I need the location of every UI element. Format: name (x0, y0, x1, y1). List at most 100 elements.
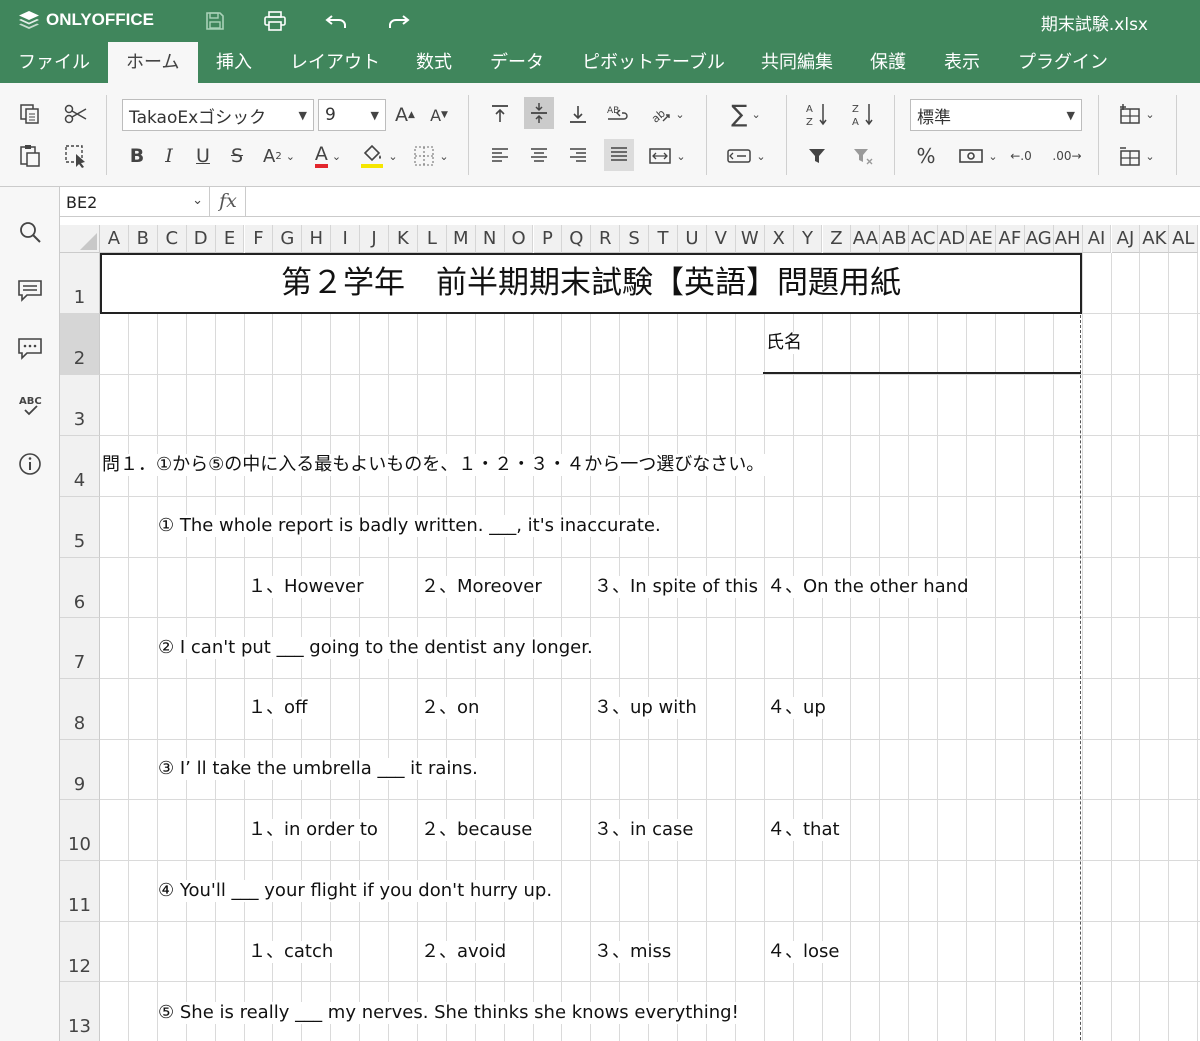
tab-file[interactable]: ファイル (0, 42, 108, 83)
merge-cells-button[interactable]: ⌄ (644, 141, 690, 171)
column-header[interactable]: A (100, 225, 129, 253)
orientation-button[interactable]: ab ⌄ (644, 99, 690, 129)
column-header[interactable]: AJ (1111, 225, 1141, 253)
q4-option-1[interactable]: １、catch (248, 941, 337, 963)
tab-plugins[interactable]: プラグイン (1000, 42, 1126, 83)
column-header[interactable]: AL (1169, 225, 1199, 253)
cut-button[interactable] (60, 99, 92, 129)
q3-option-4[interactable]: ４、that (767, 819, 843, 841)
column-header[interactable]: L (417, 225, 447, 253)
column-header[interactable]: AD (938, 225, 967, 253)
row-header[interactable]: 7 (60, 618, 100, 679)
column-header[interactable]: K (389, 225, 418, 253)
print-button[interactable] (260, 8, 290, 34)
column-header[interactable]: E (215, 225, 245, 253)
question-header[interactable]: 問１．①から⑤の中に入る最もよいものを、１・２・３・４から一つ選びなさい。 (102, 454, 768, 476)
align-right-button[interactable] (564, 141, 592, 171)
undo-button[interactable] (322, 8, 352, 34)
row-header[interactable]: 9 (60, 740, 100, 800)
justify-button[interactable] (604, 139, 634, 171)
underline-button[interactable]: U (190, 141, 216, 171)
question-4[interactable]: ④ You'll ___ your flight if you don't hu… (158, 880, 556, 902)
column-header[interactable]: Z (822, 225, 852, 253)
bold-button[interactable]: B (124, 141, 150, 171)
autosum-button[interactable]: ∑ ⌄ (722, 99, 770, 129)
chat-button[interactable] (15, 333, 45, 363)
column-header[interactable]: M (446, 225, 476, 253)
comments-button[interactable] (15, 275, 45, 305)
align-center-button[interactable] (524, 141, 554, 171)
row-header[interactable]: 12 (60, 922, 100, 982)
name-box[interactable]: BE2 ⌄ (60, 187, 210, 217)
align-bottom-button[interactable] (564, 99, 592, 129)
column-header[interactable]: J (360, 225, 389, 253)
column-header[interactable]: P (533, 225, 563, 253)
q1-option-1[interactable]: １、However (248, 576, 367, 598)
filter-button[interactable] (802, 141, 832, 171)
spellcheck-button[interactable]: ABC (15, 391, 45, 421)
tab-insert[interactable]: 挿入 (198, 42, 270, 83)
column-header[interactable]: S (620, 225, 650, 253)
align-top-button[interactable] (486, 99, 514, 129)
row-header[interactable]: 13 (60, 982, 100, 1041)
paste-button[interactable] (14, 141, 46, 171)
row-header[interactable]: 2 (60, 314, 100, 375)
sort-ascending-button[interactable]: AZ (802, 99, 832, 129)
row-header[interactable]: 3 (60, 375, 100, 436)
save-button[interactable] (200, 8, 230, 34)
tab-home[interactable]: ホーム (108, 42, 198, 83)
align-middle-button[interactable] (524, 97, 554, 129)
italic-button[interactable]: I (156, 141, 182, 171)
column-header[interactable]: AE (967, 225, 996, 253)
font-color-button[interactable]: A ⌄ (306, 141, 350, 171)
q3-option-3[interactable]: ３、in case (594, 819, 697, 841)
borders-button[interactable]: ⌄ (408, 141, 454, 171)
q4-option-3[interactable]: ３、miss (594, 941, 675, 963)
font-name-select[interactable]: TakaoExゴシック ▼ (122, 99, 314, 131)
column-header[interactable]: U (678, 225, 707, 253)
redo-button[interactable] (383, 8, 413, 34)
column-header[interactable]: AA (851, 225, 881, 253)
column-header[interactable]: R (591, 225, 621, 253)
sheet-title[interactable]: 第２学年 前半期期末試験【英語】問題用紙 (100, 253, 1082, 314)
column-header[interactable]: B (128, 225, 158, 253)
increase-decimal-button[interactable]: .00 → (1050, 141, 1084, 171)
question-3[interactable]: ③ I’ ll take the umbrella ___ it rains. (158, 758, 481, 780)
named-ranges-button[interactable]: ⌄ (722, 141, 770, 171)
q3-option-2[interactable]: ２、because (421, 819, 536, 841)
function-icon[interactable]: fx (212, 190, 244, 212)
column-header[interactable]: F (244, 225, 274, 253)
number-format-select[interactable]: 標準 ▼ (910, 99, 1082, 131)
column-header[interactable]: AB (880, 225, 910, 253)
column-header[interactable]: Y (793, 225, 823, 253)
column-header[interactable]: AK (1140, 225, 1170, 253)
tab-pivot-table[interactable]: ピボットテーブル (564, 42, 743, 83)
column-header[interactable]: T (649, 225, 678, 253)
column-header[interactable]: AC (909, 225, 939, 253)
column-header[interactable]: N (475, 225, 505, 253)
select-all-corner[interactable] (60, 225, 100, 253)
decrease-font-button[interactable]: A ▼ (426, 100, 452, 130)
column-header[interactable]: W (735, 225, 765, 253)
wrap-text-button[interactable]: AB (604, 99, 634, 129)
row-header[interactable]: 1 (60, 253, 100, 314)
row-header[interactable]: 10 (60, 800, 100, 861)
q2-option-1[interactable]: １、off (248, 697, 311, 719)
column-header[interactable]: H (302, 225, 332, 253)
tab-formula[interactable]: 数式 (398, 42, 470, 83)
column-header[interactable]: AI (1082, 225, 1112, 253)
insert-cells-button[interactable]: ⌄ (1114, 99, 1160, 129)
decrease-decimal-button[interactable]: ← .0 (1006, 141, 1036, 171)
subscript-button[interactable]: A 2 ⌄ (258, 141, 300, 171)
column-header[interactable]: C (157, 225, 187, 253)
column-header[interactable]: G (273, 225, 303, 253)
row-header[interactable]: 6 (60, 558, 100, 618)
row-header[interactable]: 11 (60, 861, 100, 922)
row-header[interactable]: 8 (60, 679, 100, 740)
question-5[interactable]: ⑤ She is really ___ my nerves. She think… (158, 1002, 742, 1024)
row-header[interactable]: 5 (60, 497, 100, 558)
strikethrough-button[interactable]: S (224, 141, 250, 171)
search-button[interactable] (15, 217, 45, 247)
formula-input[interactable] (250, 187, 1200, 217)
tab-layout[interactable]: レイアウト (272, 42, 398, 83)
